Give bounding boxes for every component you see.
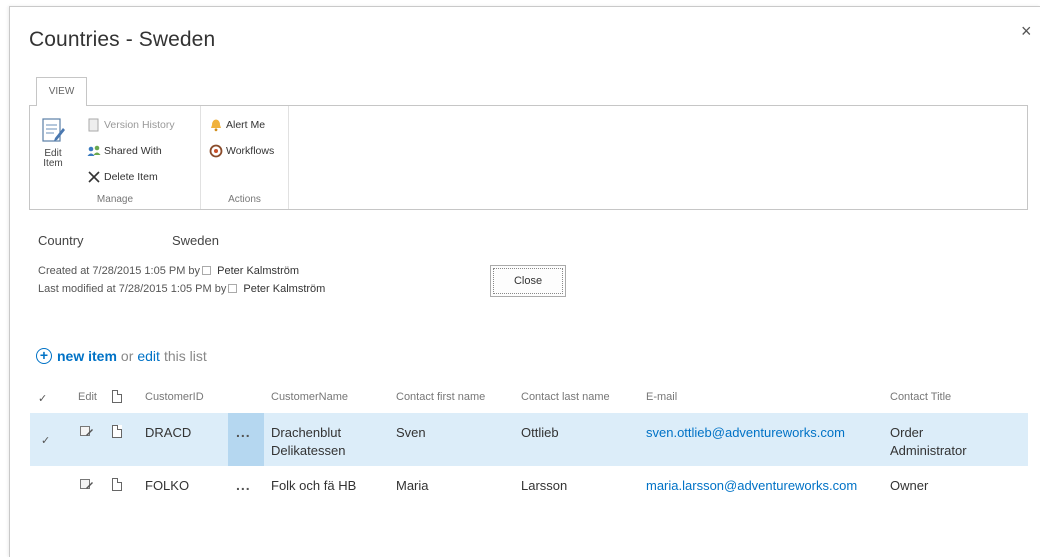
cell-last-name: Ottlieb — [521, 425, 559, 440]
bell-icon — [211, 119, 221, 132]
field-label-country: Country — [38, 233, 84, 248]
cell-email-link[interactable]: maria.larsson@adventureworks.com — [646, 477, 857, 495]
row-menu-ellipsis[interactable]: ... — [236, 477, 251, 493]
or-text: or — [120, 348, 134, 364]
version-history-button[interactable]: Version History — [87, 116, 175, 134]
column-header-contact-title[interactable]: Contact Title — [890, 391, 951, 403]
modified-info: Last modified at 7/28/2015 1:05 PM by Pe… — [38, 283, 325, 295]
shared-with-button[interactable]: Shared With — [87, 142, 162, 160]
ribbon: Edit Item Version History Shared With De… — [29, 105, 1028, 210]
edit-item-label: Edit Item — [43, 148, 63, 169]
this-list-text: this list — [163, 348, 207, 364]
version-history-icon — [88, 118, 99, 132]
created-info: Created at 7/28/2015 1:05 PM by Peter Ka… — [38, 265, 299, 277]
cell-first-name: Maria — [396, 478, 429, 493]
cell-customerid: FOLKO — [145, 478, 190, 493]
ribbon-group-actions: Alert Me Workflows Actions — [201, 106, 289, 209]
new-item-link[interactable]: new item — [57, 348, 117, 364]
group-label-actions: Actions — [228, 194, 261, 205]
shared-with-icon — [87, 145, 101, 156]
delete-icon — [88, 171, 100, 183]
select-all-checkbox[interactable]: ✓ — [38, 392, 47, 405]
workflows-button[interactable]: Workflows — [209, 142, 274, 160]
alert-me-button[interactable]: Alert Me — [209, 116, 265, 134]
created-by-user[interactable]: Peter Kalmström — [217, 265, 299, 277]
shared-with-label: Shared With — [104, 145, 162, 157]
close-button[interactable]: Close — [490, 265, 566, 297]
cell-customername[interactable]: Drachenblut — [271, 424, 341, 442]
delete-item-button[interactable]: Delete Item — [87, 168, 158, 186]
created-text: Created at 7/28/2015 1:05 PM by — [38, 265, 201, 277]
column-header-last-name[interactable]: Contact last name — [521, 391, 610, 403]
edit-item-button[interactable]: Edit Item — [36, 116, 70, 169]
column-header-customername[interactable]: CustomerName — [271, 391, 348, 403]
tab-view[interactable]: VIEW — [36, 77, 87, 106]
document-type-icon — [112, 390, 122, 403]
document-icon — [112, 478, 122, 491]
edit-icon[interactable] — [80, 479, 93, 491]
column-header-customerid[interactable]: CustomerID — [145, 391, 204, 403]
list-toolbar: + new item or edit this list — [36, 348, 207, 364]
group-label-manage: Manage — [96, 194, 134, 205]
cell-contact-title-cont: Administrator — [890, 443, 967, 458]
edit-item-icon — [42, 118, 65, 142]
modified-text: Last modified at 7/28/2015 1:05 PM by — [38, 283, 227, 295]
cell-email-link[interactable]: sven.ottlieb@adventureworks.com — [646, 424, 845, 442]
add-icon[interactable]: + — [36, 348, 52, 364]
cell-customerid: DRACD — [145, 425, 192, 440]
row-menu-ellipsis[interactable]: ... — [236, 424, 251, 440]
edit-icon[interactable] — [80, 426, 93, 438]
workflows-label: Workflows — [226, 145, 275, 157]
close-icon[interactable]: × — [1021, 22, 1032, 40]
presence-icon — [202, 266, 212, 275]
document-icon — [112, 425, 122, 438]
column-header-email[interactable]: E-mail — [646, 391, 677, 403]
field-value-country: Sweden — [172, 233, 219, 248]
presence-icon — [228, 284, 238, 293]
version-history-label: Version History — [104, 119, 175, 131]
column-header-first-name[interactable]: Contact first name — [396, 391, 485, 403]
row-checkbox[interactable]: ✓ — [41, 434, 50, 447]
ribbon-group-manage: Edit Item Version History Shared With De… — [30, 106, 201, 209]
edit-list-link[interactable]: edit — [137, 348, 160, 364]
column-header-edit: Edit — [78, 391, 97, 403]
cell-contact-title: Owner — [890, 478, 929, 493]
cell-contact-title: Order — [890, 425, 924, 440]
alert-me-label: Alert Me — [226, 119, 266, 131]
modified-by-user[interactable]: Peter Kalmström — [243, 283, 325, 295]
cell-customername-cont[interactable]: Delikatessen — [271, 442, 345, 460]
cell-customername[interactable]: Folk och fä HB — [271, 477, 356, 495]
workflows-icon — [209, 144, 223, 158]
cell-last-name: Larsson — [521, 478, 568, 493]
cell-first-name: Sven — [396, 425, 426, 440]
page-title: Countries - Sweden — [29, 28, 216, 51]
delete-item-label: Delete Item — [104, 171, 158, 183]
